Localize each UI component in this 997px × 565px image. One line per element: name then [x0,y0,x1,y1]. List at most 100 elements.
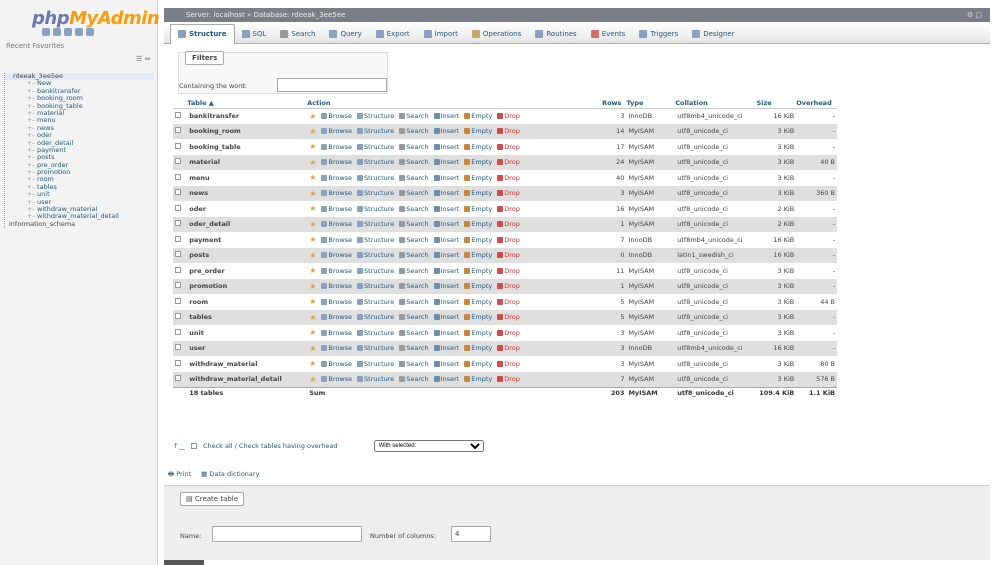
table-name-link[interactable]: promotion [187,278,308,294]
logout-icon[interactable] [53,28,61,36]
row-checkbox[interactable] [175,158,181,165]
structure-action[interactable]: Structure [357,143,394,151]
print-link[interactable]: 🖶 Print [168,470,191,481]
tab-events[interactable]: Events [584,24,633,44]
search-action[interactable]: Search [399,112,429,120]
drop-action[interactable]: Drop [497,298,520,306]
table-name-link[interactable]: payment [187,232,308,248]
insert-action[interactable]: Insert [433,127,459,135]
browse-action[interactable]: Browse [321,298,352,306]
search-action[interactable]: Search [399,251,429,259]
structure-action[interactable]: Structure [357,205,394,213]
drop-action[interactable]: Drop [497,313,520,321]
structure-action[interactable]: Structure [357,220,394,228]
structure-action[interactable]: Structure [357,360,394,368]
tab-search[interactable]: Search [273,24,322,44]
structure-action[interactable]: Structure [357,127,394,135]
row-checkbox[interactable] [175,375,181,381]
insert-action[interactable]: Insert [433,143,459,151]
search-action[interactable]: Search [399,313,429,321]
insert-action[interactable]: Insert [433,375,459,383]
browse-action[interactable]: Browse [321,158,352,166]
browse-action[interactable]: Browse [321,189,352,197]
row-checkbox[interactable] [175,313,181,320]
drop-action[interactable]: Drop [497,282,520,290]
tree-item-information-schema[interactable]: information_schema [5,220,154,228]
drop-action[interactable]: Drop [497,174,520,182]
insert-action[interactable]: Insert [433,236,459,244]
favorite-star-icon[interactable]: ★ [309,251,316,260]
tree-item-room[interactable]: room [5,176,154,184]
table-name-link[interactable]: tables [187,309,308,325]
insert-action[interactable]: Insert [433,158,459,166]
search-action[interactable]: Search [399,267,429,275]
header-overhead[interactable]: Overhead [796,98,837,109]
insert-action[interactable]: Insert [433,344,459,352]
columns-input[interactable]: 4 [451,526,491,542]
row-checkbox[interactable] [175,235,181,242]
insert-action[interactable]: Insert [433,360,459,368]
page-settings-icon[interactable]: ⚙ □ [967,8,982,22]
tab-operations[interactable]: Operations [465,24,528,44]
browse-action[interactable]: Browse [321,174,352,182]
drop-action[interactable]: Drop [497,205,520,213]
search-action[interactable]: Search [399,189,429,197]
empty-action[interactable]: Empty [464,344,492,352]
drop-action[interactable]: Drop [497,220,520,228]
favorite-star-icon[interactable]: ★ [309,127,316,136]
search-action[interactable]: Search [399,143,429,151]
tree-item-rdeeak-3ee5ee[interactable]: rdeeak_3ee5ee [5,72,154,81]
favorite-star-icon[interactable]: ★ [309,375,316,384]
row-checkbox[interactable] [175,220,181,227]
tree-item-tables[interactable]: tables [5,183,154,191]
favorite-star-icon[interactable]: ★ [309,158,316,167]
empty-action[interactable]: Empty [464,112,492,120]
structure-action[interactable]: Structure [357,251,394,259]
insert-action[interactable]: Insert [433,220,459,228]
empty-action[interactable]: Empty [464,127,492,135]
header-table[interactable]: Table ▲ [187,98,308,109]
favorite-star-icon[interactable]: ★ [309,189,316,198]
insert-action[interactable]: Insert [433,189,459,197]
insert-action[interactable]: Insert [433,329,459,337]
table-name-link[interactable]: booking_room [187,123,308,139]
structure-action[interactable]: Structure [357,189,394,197]
table-name-link[interactable]: pre_order [187,263,308,279]
insert-action[interactable]: Insert [433,205,459,213]
search-action[interactable]: Search [399,205,429,213]
header-rows[interactable]: Rows [602,98,627,109]
table-name-link[interactable]: oder [187,201,308,217]
structure-action[interactable]: Structure [357,313,394,321]
browse-action[interactable]: Browse [321,143,352,151]
favorite-star-icon[interactable]: ★ [309,266,316,275]
tree-item-payment[interactable]: payment [5,146,154,154]
structure-action[interactable]: Structure [357,329,394,337]
browse-action[interactable]: Browse [321,282,352,290]
drop-action[interactable]: Drop [497,189,520,197]
insert-action[interactable]: Insert [433,251,459,259]
tree-item-material[interactable]: material [5,109,154,117]
console-bar[interactable] [164,560,204,565]
empty-action[interactable]: Empty [464,313,492,321]
empty-action[interactable]: Empty [464,251,492,259]
empty-action[interactable]: Empty [464,143,492,151]
table-name-link[interactable]: news [187,185,308,201]
structure-action[interactable]: Structure [357,174,394,182]
favorite-star-icon[interactable]: ★ [309,313,316,322]
drop-action[interactable]: Drop [497,158,520,166]
search-action[interactable]: Search [399,158,429,166]
search-action[interactable]: Search [399,375,429,383]
browse-action[interactable]: Browse [321,220,352,228]
tree-item-booking-table[interactable]: booking_table [5,102,154,110]
tab-routines[interactable]: Routines [528,24,583,44]
empty-action[interactable]: Empty [464,375,492,383]
insert-action[interactable]: Insert [433,313,459,321]
structure-action[interactable]: Structure [357,375,394,383]
phpmyadmin-logo[interactable]: phpMyAdmin [32,8,160,29]
header-collation[interactable]: Collation [675,98,757,109]
structure-action[interactable]: Structure [357,236,394,244]
search-action[interactable]: Search [399,174,429,182]
favorite-star-icon[interactable]: ★ [309,235,316,244]
row-checkbox[interactable] [175,297,181,304]
empty-action[interactable]: Empty [464,189,492,197]
